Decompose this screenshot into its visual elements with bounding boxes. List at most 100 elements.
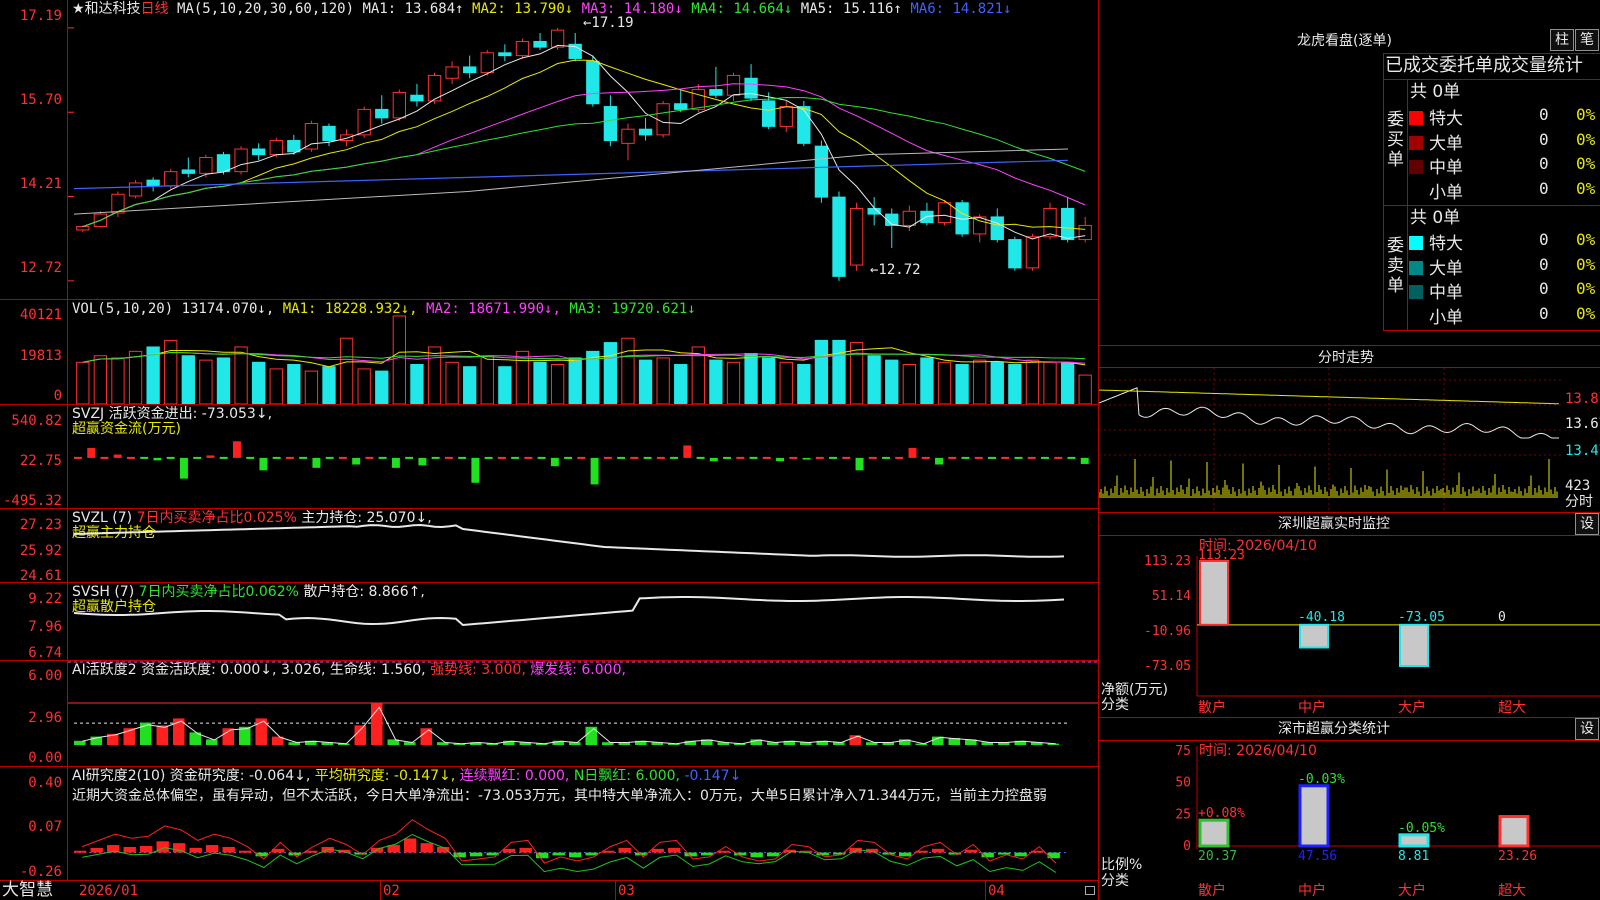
activity-bar	[206, 739, 218, 745]
volume-bar	[1025, 359, 1040, 404]
volume-bar	[375, 370, 389, 404]
order-pct: 0%	[1576, 279, 1596, 298]
volume-bar	[445, 361, 459, 404]
volume-bar	[832, 339, 846, 404]
volume-ma-line	[82, 347, 1086, 368]
research-bar	[123, 846, 136, 853]
candlestick-chart[interactable]	[68, 16, 1098, 299]
fund-flow-bar	[179, 457, 188, 479]
research-bar	[998, 852, 1011, 855]
class-value-label: 47.56	[1298, 849, 1337, 864]
fund-flow-bar	[206, 455, 215, 458]
class-tick: 75	[1175, 744, 1191, 759]
svsh-tick: 7.96	[28, 619, 62, 635]
monitor-tick: 113.23	[1144, 554, 1191, 569]
candle-body	[937, 202, 952, 224]
order-pct: 0%	[1576, 105, 1596, 124]
volume-bar	[797, 364, 811, 404]
retail-holding-chart	[73, 596, 1065, 627]
research-bar	[140, 846, 153, 853]
svzl-tick: 24.61	[19, 568, 62, 584]
brand-logo[interactable]: 大智慧	[2, 881, 53, 899]
monitor-unit: 净额(万元)	[1101, 682, 1168, 698]
ma-legend: MA1: 13.684↑ MA2: 13.790↓ MA3: 14.180↓ M…	[362, 1, 1011, 17]
research-bar	[503, 848, 516, 853]
order-row: 小单	[1409, 178, 1463, 203]
candle-body	[1060, 207, 1075, 241]
ma-params: MA(5,10,20,30,60,120)	[177, 1, 355, 17]
order-count: 0	[1539, 279, 1549, 298]
class-ratio-bar-chart: 75 50 25 0 +0.08% 20.37 散户 -0.03% 47.56 中户 -0.05% 8…	[1175, 744, 1600, 899]
research-bar	[651, 848, 664, 853]
fund-flow-dash	[74, 456, 82, 459]
fund-flow-dash	[1014, 456, 1023, 459]
order-count: 0	[1539, 230, 1549, 249]
candle-body	[128, 182, 143, 197]
fund-flow-dash	[219, 456, 228, 459]
candle-body	[410, 94, 424, 102]
candle-body	[638, 128, 653, 136]
avg-price-line	[1099, 389, 1560, 405]
volume-bar	[550, 364, 565, 404]
monitor-tick: 51.14	[1152, 589, 1191, 604]
fund-flow-dash	[842, 456, 851, 459]
fund-flow-bar	[153, 457, 162, 461]
pen-mode-button[interactable]: 笔	[1575, 29, 1599, 51]
volume-bar	[603, 342, 618, 404]
order-type: 中单	[1429, 158, 1463, 178]
vol-tick: 40121	[19, 307, 62, 323]
ma5-line	[82, 44, 1086, 240]
volume-bar	[322, 366, 336, 404]
bar-mode-button[interactable]: 柱	[1550, 29, 1574, 51]
volume-bar	[621, 337, 635, 404]
candle-body	[181, 169, 195, 174]
buy-total: 共 0单	[1410, 82, 1461, 102]
volume-bar	[515, 350, 530, 404]
order-count: 0	[1539, 105, 1549, 124]
candle-body	[199, 157, 213, 174]
volume-bar	[937, 361, 952, 404]
low-price-label: ←12.72	[870, 262, 921, 278]
order-type: 大单	[1429, 133, 1463, 154]
dragon-title: 龙虎看盘(逐单)	[1297, 33, 1392, 49]
candle-body	[832, 196, 846, 277]
fund-flow-dash	[126, 456, 135, 459]
fund-flow-dash	[736, 456, 745, 459]
volume-bar	[1078, 374, 1092, 404]
volume-bar	[392, 315, 407, 404]
class-value-label: 20.37	[1198, 849, 1237, 864]
class-settings-button[interactable]: 设	[1575, 718, 1599, 740]
research-bar	[767, 852, 780, 857]
fund-flow-dash	[974, 456, 983, 459]
price-tick: 14.21	[19, 176, 62, 192]
ai-research-chart	[74, 819, 1068, 873]
candle-body	[375, 108, 389, 119]
fund-flow-dash	[246, 456, 255, 459]
volume-bar	[463, 366, 477, 404]
candle-body	[586, 60, 600, 105]
fund-flow-dash	[511, 456, 520, 459]
fund-flow-dash	[431, 456, 440, 459]
candle-body	[849, 207, 864, 266]
price-tick: 12.72	[19, 260, 62, 276]
lock-icon[interactable]	[1085, 886, 1095, 895]
monitor-settings-button[interactable]: 设	[1575, 513, 1599, 535]
class-tick: 50	[1175, 776, 1191, 791]
fund-flow-dash	[577, 456, 586, 459]
high-price-label: ←17.19	[583, 15, 634, 31]
volume-bar	[304, 370, 319, 404]
candle-body	[146, 179, 160, 187]
buy-side-label: 委买单	[1387, 110, 1404, 170]
fund-flow-dash	[338, 456, 347, 459]
candle-body	[357, 108, 371, 136]
intraday-tick: 13.47	[1565, 443, 1600, 459]
intraday-tick: 13.67	[1565, 416, 1600, 432]
volume-bar	[955, 364, 969, 404]
monitor-bar	[1199, 560, 1229, 626]
class-tick: 25	[1175, 807, 1191, 822]
research-bar	[965, 849, 978, 853]
svsh-tick: 6.74	[28, 645, 62, 661]
volume-bar	[252, 361, 266, 404]
intraday-chart[interactable]	[1099, 368, 1564, 510]
fund-flow-bar	[312, 457, 321, 468]
